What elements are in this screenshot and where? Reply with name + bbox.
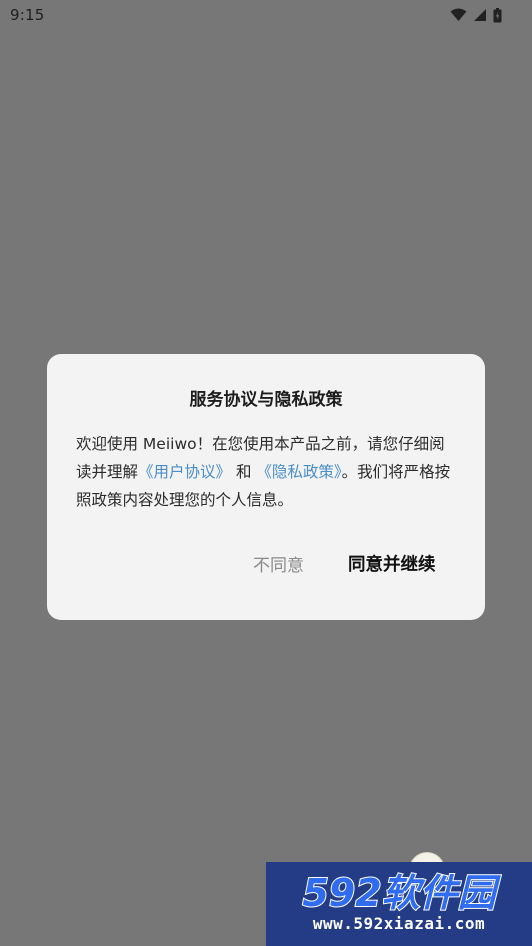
watermark: 592软件园 www.592xiazai.com	[266, 862, 532, 946]
watermark-logo-text: 592软件园	[302, 871, 501, 915]
disagree-button[interactable]: 不同意	[253, 551, 304, 576]
dialog-title: 服务协议与隐私政策	[189, 390, 343, 410]
watermark-site: www.592xiazai.com	[312, 914, 486, 933]
agree-continue-button[interactable]: 同意并继续	[348, 551, 436, 576]
user-agreement-link[interactable]: 《用户协议》	[138, 463, 231, 481]
privacy-dialog: 服务协议与隐私政策 欢迎使用 Meiiwo！在您使用本产品之前，请您仔细阅读并理…	[47, 354, 485, 620]
body-text-2: 和	[231, 463, 257, 481]
signal-icon	[473, 8, 487, 22]
battery-icon	[493, 7, 502, 23]
status-time: 9:15	[10, 6, 45, 24]
dialog-body: 欢迎使用 Meiiwo！在您使用本产品之前，请您仔细阅读并理解《用户协议》 和 …	[76, 430, 458, 514]
status-bar: 9:15	[0, 0, 532, 30]
watermark-logo: 592软件园	[301, 870, 502, 916]
status-icons	[450, 7, 502, 23]
privacy-policy-link[interactable]: 《隐私政策》	[256, 463, 341, 481]
screen: 9:15 服务协议与隐私政策 欢迎使用 Meiiwo！在您使用本产品之前，请您仔…	[0, 0, 532, 946]
wifi-icon	[450, 8, 467, 22]
